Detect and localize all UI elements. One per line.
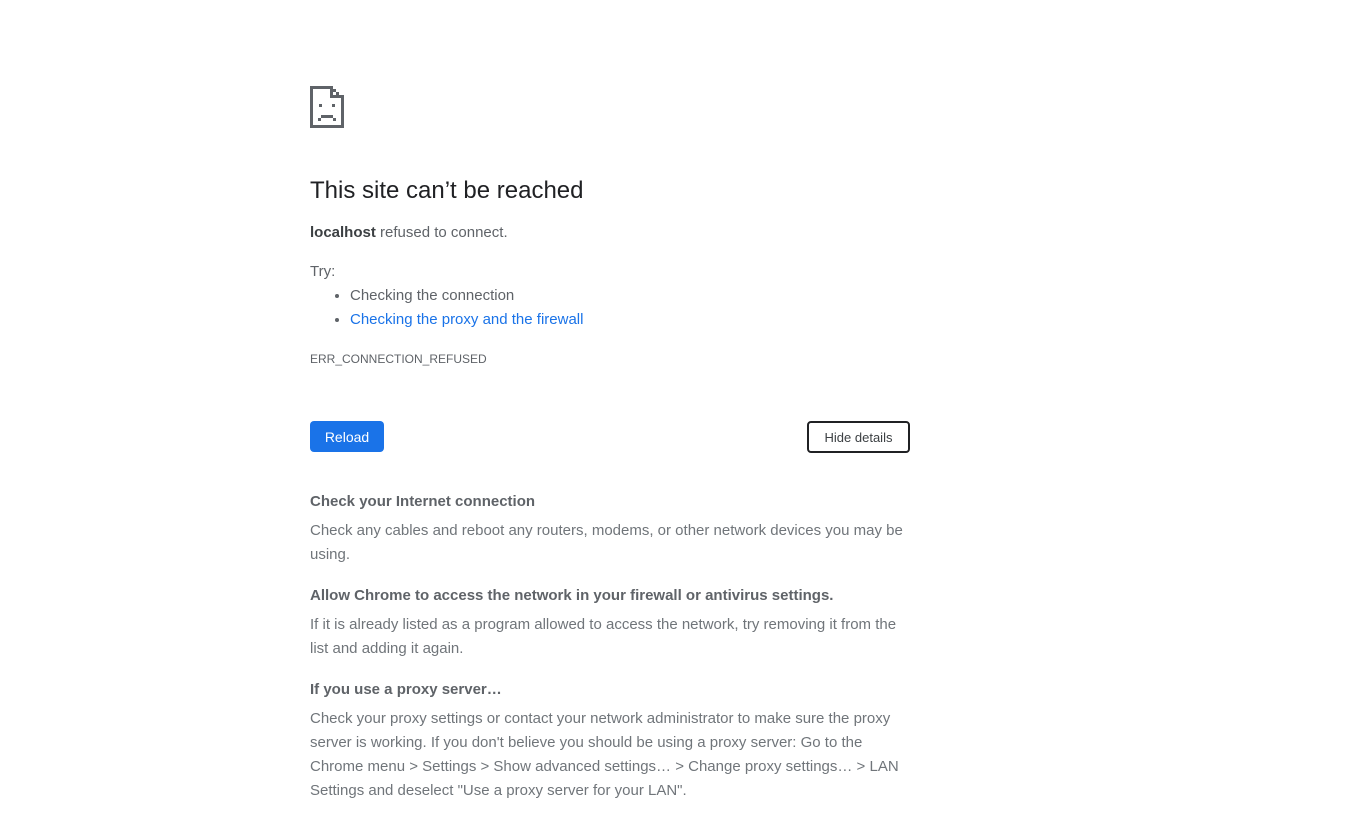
error-host: localhost [310, 224, 376, 241]
detail-body: If it is already listed as a program all… [310, 616, 897, 657]
error-summary: localhost refused to connect. [310, 222, 508, 244]
detail-heading: Check your Internet connection [310, 493, 536, 510]
error-code: ERR_CONNECTION_REFUSED [310, 352, 487, 366]
detail-firewall: Allow Chrome to access the network in yo… [310, 585, 910, 661]
reload-button[interactable]: Reload [310, 421, 384, 452]
detail-body: Check any cables and reboot any routers,… [310, 522, 903, 563]
suggestion-check-connection: Checking the connection [350, 287, 515, 304]
detail-proxy: If you use a proxy server… Check your pr… [310, 679, 910, 803]
suggestion-proxy-firewall-link[interactable]: Checking the proxy and the firewall [350, 311, 583, 328]
hide-details-button[interactable]: Hide details [807, 421, 910, 453]
sad-page-icon [310, 86, 344, 128]
page-title: This site can’t be reached [310, 177, 584, 204]
error-message: refused to connect. [375, 224, 508, 241]
suggestion-item: Checking the connection [350, 284, 583, 308]
details-panel: Check your Internet connection Check any… [310, 491, 910, 821]
detail-heading: Allow Chrome to access the network in yo… [310, 587, 834, 604]
suggestion-item: Checking the proxy and the firewall [350, 308, 583, 332]
detail-heading: If you use a proxy server… [310, 681, 502, 698]
suggestions-list: Checking the connection Checking the pro… [310, 284, 583, 332]
detail-internet: Check your Internet connection Check any… [310, 491, 910, 567]
try-label: Try: [310, 263, 336, 280]
detail-body: Check your proxy settings or contact you… [310, 710, 899, 799]
